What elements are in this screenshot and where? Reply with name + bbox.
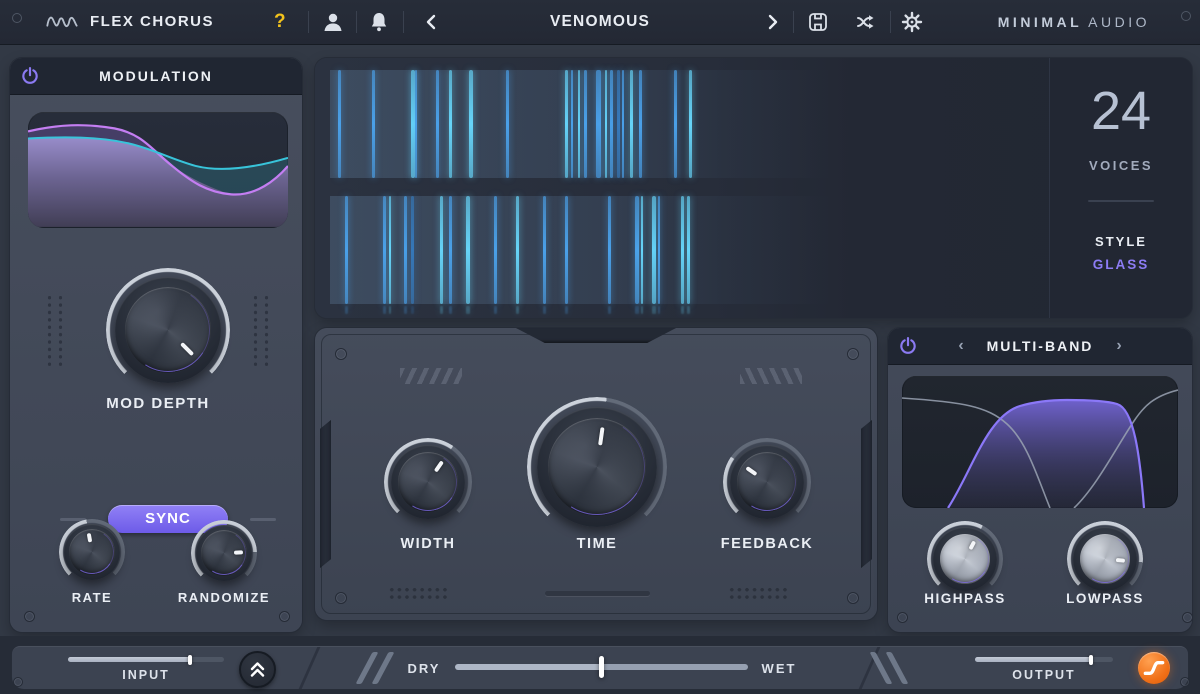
voice-lines-reflection: [330, 306, 1046, 314]
style-value[interactable]: GLASS: [1050, 257, 1192, 272]
time-label: TIME: [577, 536, 618, 552]
wet-label: WET: [762, 661, 797, 676]
save-icon[interactable]: [806, 10, 830, 34]
divider: [890, 11, 891, 33]
next-preset-icon[interactable]: [762, 12, 782, 32]
gear-icon[interactable]: [900, 10, 924, 34]
screw-icon: [847, 592, 859, 604]
input-slider-handle[interactable]: [188, 655, 192, 665]
feedback-knob[interactable]: [723, 438, 811, 526]
output-slider-fill: [975, 657, 1091, 662]
rate-label: RATE: [72, 590, 112, 605]
brand-light: AUDIO: [1088, 14, 1150, 30]
footer-bar: INPUT DRY WET OUTPUT: [12, 646, 1188, 689]
knob-pointer: [180, 342, 194, 356]
side-slot-deco: [861, 420, 872, 568]
brand-logo: MINIMAL AUDIO: [998, 0, 1150, 44]
voices-visualizer-panel: 24 VOICES STYLE GLASS: [315, 58, 1192, 318]
input-slider[interactable]: [68, 657, 224, 662]
dry-label: DRY: [408, 661, 441, 676]
modulation-panel: MODULATION MOD D: [10, 58, 302, 632]
dot-grid-deco: [42, 292, 64, 366]
output-label: OUTPUT: [1012, 668, 1075, 682]
dry-wet-slider[interactable]: [455, 664, 748, 670]
hatch-deco: [400, 368, 462, 384]
dot-grid-deco: [388, 586, 450, 602]
highpass-knob[interactable]: [927, 521, 1003, 597]
rate-knob[interactable]: [59, 519, 125, 585]
randomize-label: RANDOMIZE: [178, 590, 270, 605]
brand-bold: MINIMAL: [998, 14, 1082, 30]
shuffle-icon[interactable]: [854, 10, 878, 34]
mod-depth-knob[interactable]: [106, 268, 230, 392]
style-label: STYLE: [1050, 234, 1192, 249]
screw-icon: [847, 348, 859, 360]
screw-icon: [1182, 612, 1193, 623]
screw-icon: [279, 611, 290, 622]
voices-label: VOICES: [1050, 158, 1192, 173]
divider: [1088, 200, 1154, 202]
width-label: WIDTH: [400, 536, 455, 552]
screw-icon: [897, 612, 908, 623]
input-slider-fill: [68, 657, 190, 662]
divider: [793, 11, 794, 33]
power-icon[interactable]: [20, 66, 40, 86]
panel-notch-deco: [516, 328, 676, 343]
top-bar: FLEX CHORUS ? VENOMOUS: [0, 0, 1200, 45]
output-slider[interactable]: [975, 657, 1113, 662]
randomize-knob[interactable]: [191, 520, 257, 586]
power-icon[interactable]: [898, 336, 918, 356]
multiband-header: MULTI-BAND: [888, 328, 1192, 365]
chevron-up-icon: [241, 653, 274, 686]
voice-lines-row-top: [330, 70, 1046, 178]
knob-pointer: [746, 466, 757, 475]
knob-pointer: [234, 551, 243, 555]
screw-icon: [1180, 677, 1190, 687]
voices-count[interactable]: 24: [1050, 80, 1192, 142]
multiband-prev-icon[interactable]: ‹: [946, 328, 976, 364]
screw-icon: [24, 611, 35, 622]
dot-grid-deco: [248, 292, 270, 366]
knob-pointer: [969, 540, 977, 550]
mod-wave-display: [28, 112, 288, 228]
time-knob[interactable]: [527, 397, 667, 537]
output-slider-handle[interactable]: [1089, 655, 1093, 665]
screw-icon: [1181, 11, 1191, 21]
screw-icon: [335, 348, 347, 360]
lowpass-label: LOWPASS: [1066, 591, 1144, 606]
saturation-button[interactable]: [1138, 652, 1170, 684]
collapse-button[interactable]: [239, 651, 276, 688]
hatch-deco: [740, 368, 802, 384]
dry-wet-handle[interactable]: [599, 656, 604, 678]
chorus-controls-panel: WIDTH TIME FEEDBACK: [315, 328, 877, 620]
lowpass-knob[interactable]: [1067, 521, 1143, 597]
highpass-label: HIGHPASS: [924, 591, 1006, 606]
feedback-label: FEEDBACK: [721, 536, 814, 552]
saturation-curve-icon: [1138, 652, 1170, 684]
knob-pointer: [598, 427, 604, 446]
modulation-header: MODULATION: [10, 58, 302, 95]
screw-icon: [13, 677, 23, 687]
knob-pointer: [1116, 558, 1126, 562]
knob-pointer: [434, 461, 443, 472]
seam-deco: [299, 647, 320, 689]
multiband-panel: MULTI-BAND ‹ ›: [888, 328, 1192, 632]
width-knob[interactable]: [384, 438, 472, 526]
voices-info-column: 24 VOICES STYLE GLASS: [1049, 58, 1192, 318]
mod-depth-label: MOD DEPTH: [106, 395, 210, 412]
filter-curve-display: [902, 376, 1178, 508]
side-slot-deco: [320, 420, 331, 568]
slot-deco: [545, 591, 650, 596]
dot-grid-deco: [728, 586, 790, 602]
multiband-next-icon[interactable]: ›: [1104, 328, 1134, 364]
screw-icon: [335, 592, 347, 604]
voice-lines-row-bottom: [330, 196, 1046, 304]
flex-chorus-window: FLEX CHORUS ? VENOMOUS: [0, 0, 1200, 694]
input-label: INPUT: [122, 668, 170, 682]
knob-pointer: [87, 533, 92, 542]
